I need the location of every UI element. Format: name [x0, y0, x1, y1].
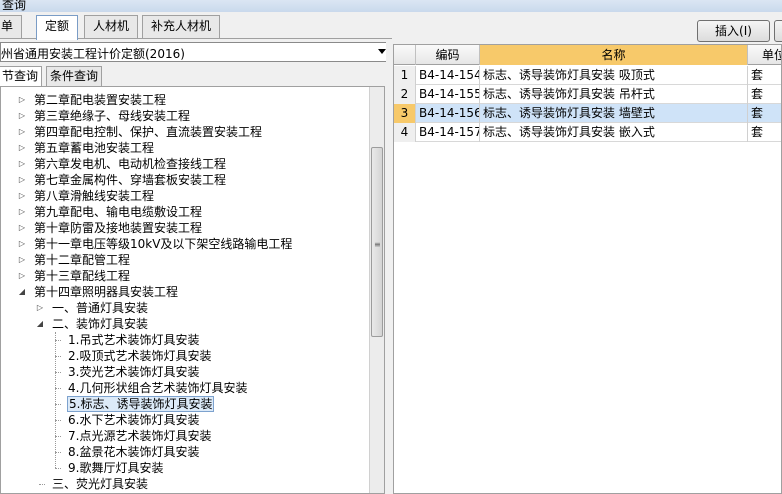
tree-node-label: 4.几何形状组合艺术装饰灯具安装 — [68, 381, 248, 395]
collapsed-icon[interactable]: ▷ — [17, 220, 27, 236]
collapsed-icon[interactable]: ▷ — [17, 252, 27, 268]
tree-node-label: 第六章发电机、电动机检查接线工程 — [34, 157, 227, 171]
cell-unit[interactable]: 套 — [748, 123, 781, 142]
collapsed-icon[interactable]: ▷ — [17, 92, 27, 108]
collapsed-icon[interactable]: ▷ — [35, 300, 45, 316]
tab-list[interactable]: 单 — [0, 15, 23, 38]
tree-node-label: 5.标志、诱导装饰灯具安装 — [67, 396, 215, 412]
tree-node-label: 第八章滑触线安装工程 — [34, 189, 155, 203]
tree-node-label: 第五章蓄电池安装工程 — [34, 141, 155, 155]
table-row[interactable]: 1 B4-14-154 标志、诱导装饰灯具安装 吸顶式套 — [394, 66, 781, 85]
tab-supplement-labor-material[interactable]: 补充人材机 — [142, 15, 221, 38]
tree-node-label: 二、装饰灯具安装 — [52, 317, 149, 331]
tree-node-label: 第十三章配线工程 — [34, 269, 131, 283]
tab-quota[interactable]: 定额 — [36, 15, 79, 40]
quota-library-value: 州省通用安装工程计价定额(2016) — [1, 47, 185, 61]
tree-node-label: 3.荧光艺术装饰灯具安装 — [68, 365, 200, 379]
cell-index[interactable]: 4 — [394, 123, 416, 142]
cell-code[interactable]: B4-14-157 — [416, 123, 480, 142]
collapsed-icon[interactable]: ▷ — [17, 172, 27, 188]
tree-node-label: 7.点光源艺术装饰灯具安装 — [68, 429, 212, 443]
cell-code[interactable]: B4-14-154 — [416, 66, 480, 85]
table-row[interactable]: 4 B4-14-157 标志、诱导装饰灯具安装 嵌入式套 — [394, 123, 781, 142]
expanded-icon[interactable]: ◢ — [17, 284, 27, 300]
tree-connector — [55, 468, 61, 469]
cell-unit[interactable]: 套 — [748, 85, 781, 104]
pane-splitter[interactable] — [386, 42, 392, 494]
tree-node-label: 第七章金属构件、穿墙套板安装工程 — [34, 173, 227, 187]
grid-header: 编码 名称 单位 — [394, 45, 781, 65]
tree-node-label: 2.吸顶式艺术装饰灯具安装 — [68, 349, 212, 363]
cell-index[interactable]: 1 — [394, 66, 416, 85]
tree-node-label: 第二章配电装置安装工程 — [34, 93, 167, 107]
tree-node-label: 第九章配电、输电电缆敷设工程 — [34, 205, 203, 219]
tree-scrollbar[interactable]: ≡ — [369, 87, 384, 493]
cell-name[interactable]: 标志、诱导装饰灯具安装 吸顶式 — [480, 66, 748, 85]
tree-node-label: 第十章防雷及接地装置安装工程 — [34, 221, 203, 235]
tree-node-label: 6.水下艺术装饰灯具安装 — [68, 413, 200, 427]
window-title: 查询 — [2, 0, 27, 12]
cell-code[interactable]: B4-14-155 — [416, 85, 480, 104]
tree-node-label: 一、普通灯具安装 — [52, 301, 149, 315]
col-header-unit[interactable]: 单位 — [748, 45, 781, 65]
cell-unit[interactable]: 套 — [748, 66, 781, 85]
cell-index[interactable]: 2 — [394, 85, 416, 104]
col-header-name[interactable]: 名称 — [480, 45, 748, 65]
chapter-tree: ▷ 第二章配电装置安装工程 ▷ 第三章绝缘子、母线安装工程 ▷ 第四章配电控制、保护、直流… — [0, 86, 385, 494]
cell-code[interactable]: B4-14-156 — [416, 104, 480, 123]
tree-node-label: 三、荧光灯具安装 — [52, 477, 149, 491]
collapsed-icon[interactable]: ▷ — [17, 268, 27, 284]
collapsed-icon[interactable]: ▷ — [17, 140, 27, 156]
tree-node-label: 9.歌舞厅灯具安装 — [68, 461, 164, 475]
window-title-bar: 查询 — [0, 0, 782, 12]
tree-node-label: 第十一章电压等级10kV及以下架空线路输电工程 — [34, 237, 293, 251]
more-button[interactable] — [774, 20, 782, 42]
table-row[interactable]: 2 B4-14-155 标志、诱导装饰灯具安装 吊杆式套 — [394, 85, 781, 104]
tree-node-label: 第十四章照明器具安装工程 — [34, 285, 179, 299]
cell-index[interactable]: 3 — [394, 104, 416, 123]
table-row[interactable]: 3 B4-14-156 标志、诱导装饰灯具安装 墙壁式套 — [394, 104, 781, 123]
quota-grid: 编码 名称 单位 1B4-14-154标志、诱导装饰灯具安装 吸顶式套2B4-1… — [393, 44, 782, 494]
col-header-index — [394, 45, 416, 65]
tree-guide-line — [55, 332, 56, 468]
tab-condition-query[interactable]: 条件查询 — [46, 66, 103, 86]
tree-node-label: 第四章配电控制、保护、直流装置安装工程 — [34, 125, 263, 139]
tree-connector — [39, 484, 45, 485]
cell-name[interactable]: 标志、诱导装饰灯具安装 嵌入式 — [480, 123, 748, 142]
tab-labor-material-machine[interactable]: 人材机 — [84, 15, 139, 38]
collapsed-icon[interactable]: ▷ — [17, 188, 27, 204]
tree-node-label: 8.盆景花木装饰灯具安装 — [68, 445, 200, 459]
collapsed-icon[interactable]: ▷ — [17, 236, 27, 252]
collapsed-icon[interactable]: ▷ — [17, 124, 27, 140]
tab-chapter-query[interactable]: 节查询 — [0, 66, 43, 86]
collapsed-icon[interactable]: ▷ — [17, 156, 27, 172]
tree-node-label: 1.吊式艺术装饰灯具安装 — [68, 333, 200, 347]
query-mode-tabs: 节查询 条件查询 — [0, 64, 392, 86]
quota-library-select[interactable]: 州省通用安装工程计价定额(2016) — [0, 42, 390, 62]
col-header-code[interactable]: 编码 — [416, 45, 480, 65]
cell-unit[interactable]: 套 — [748, 104, 781, 123]
cell-name[interactable]: 标志、诱导装饰灯具安装 吊杆式 — [480, 85, 748, 104]
insert-button[interactable]: 插入(I) — [697, 20, 770, 42]
expanded-icon[interactable]: ◢ — [35, 316, 45, 332]
tree-node-label: 第十二章配管工程 — [34, 253, 131, 267]
cell-name[interactable]: 标志、诱导装饰灯具安装 墙壁式 — [480, 104, 748, 123]
chevron-down-icon[interactable] — [378, 49, 386, 54]
tree-node-label: 第三章绝缘子、母线安装工程 — [34, 109, 191, 123]
collapsed-icon[interactable]: ▷ — [17, 108, 27, 124]
tree-scrollbar-thumb[interactable]: ≡ — [371, 147, 383, 337]
collapsed-icon[interactable]: ▷ — [17, 204, 27, 220]
main-tab-bar: 单 定额 人材机 补充人材机 — [0, 12, 392, 40]
grip-icon: ≡ — [374, 240, 381, 249]
